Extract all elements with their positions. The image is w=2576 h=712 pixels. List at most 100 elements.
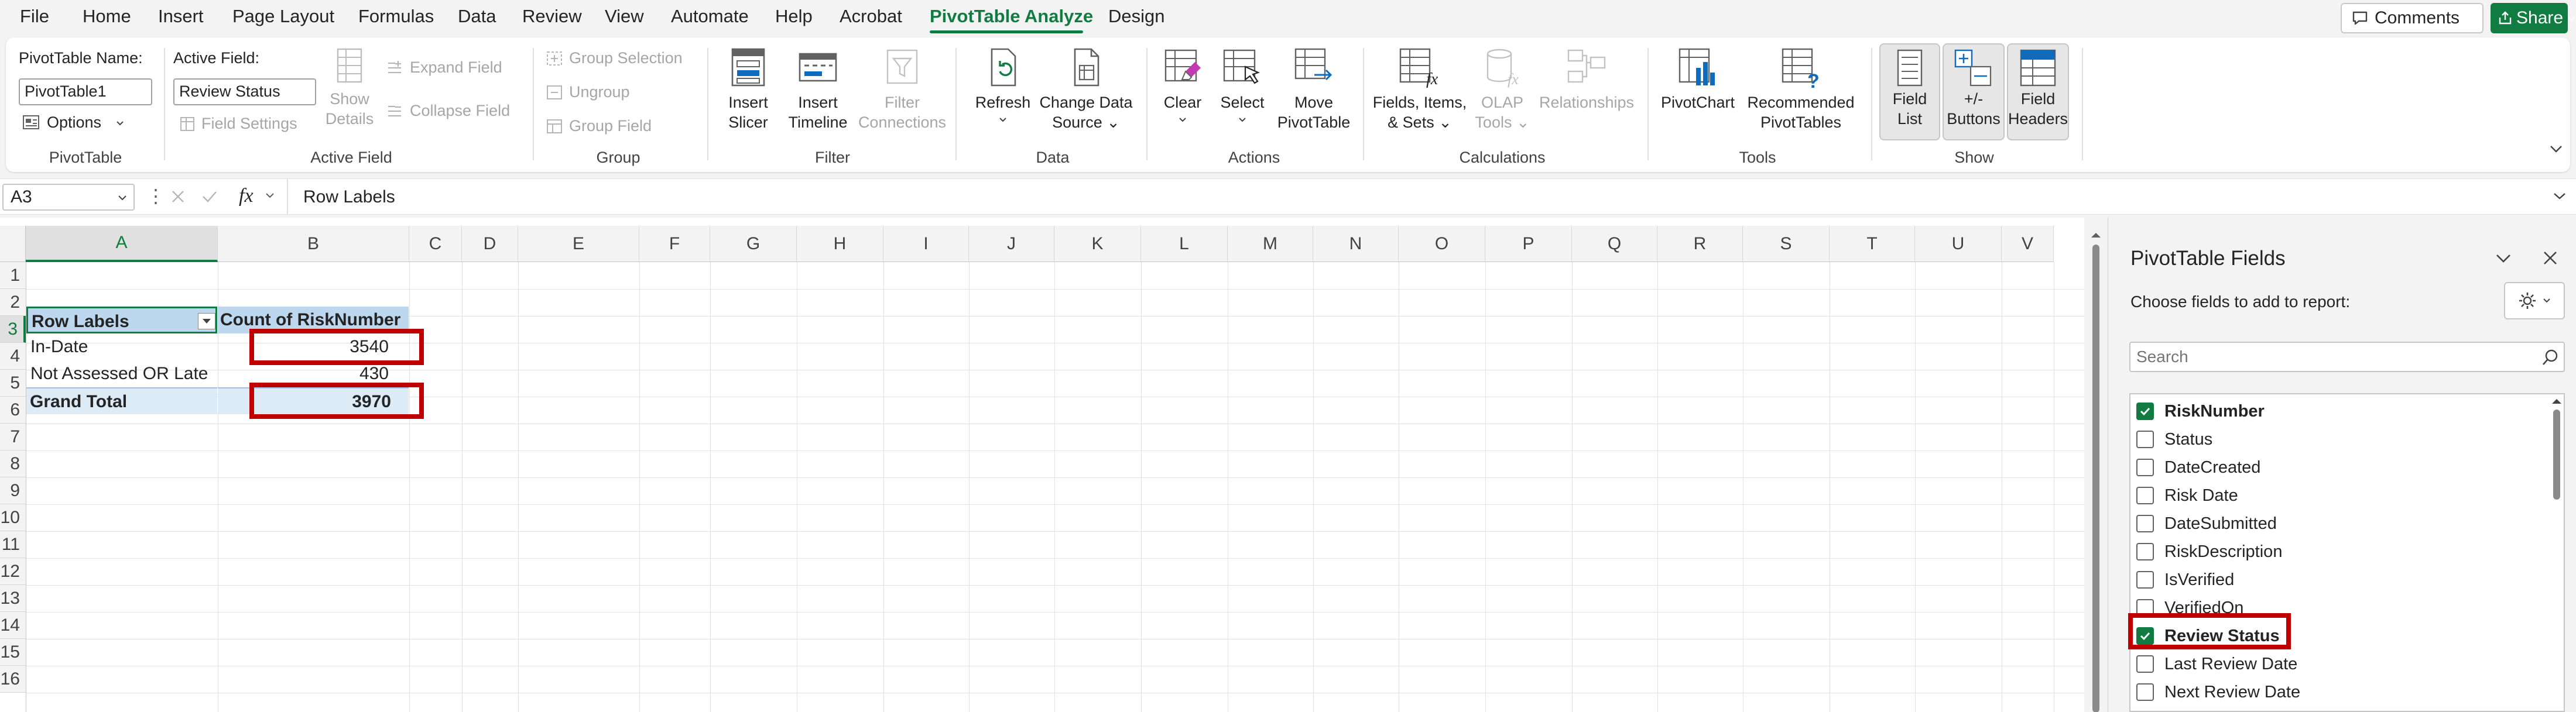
column-header-e[interactable]: E (518, 226, 639, 262)
tab-data[interactable]: Data (458, 6, 496, 27)
worksheet-grid[interactable]: ABCDEFGHIJKLMNOPQRSTUV 1 2 3 4 5 6 7 8 9 10 11 12 13… (0, 218, 2101, 712)
row-header-9[interactable]: 9 (0, 477, 26, 504)
field-headers-button[interactable]: Field Headers (2007, 43, 2069, 140)
plus-minus-buttons-button[interactable]: +/- Buttons (1943, 43, 2005, 140)
checkbox[interactable] (2136, 571, 2154, 589)
show-details-button[interactable]: Show Details (323, 46, 376, 129)
group-selection-button[interactable]: Group Selection (546, 49, 683, 67)
olap-tools-button[interactable]: fx OLAP Tools ⌄ (1473, 46, 1532, 132)
column-header-c[interactable]: C (409, 226, 462, 262)
pane-settings-button[interactable] (2504, 282, 2565, 319)
column-header-o[interactable]: O (1399, 226, 1485, 262)
clear-button[interactable]: Clear (1155, 46, 1211, 128)
row-header-5[interactable]: 5 (0, 370, 26, 397)
formula-input[interactable]: Row Labels (303, 187, 395, 207)
field-item[interactable]: Last Review Date (2136, 651, 2297, 677)
field-item[interactable]: IsVerified (2136, 566, 2234, 593)
pivot-row-label[interactable]: In-Date (28, 333, 215, 360)
column-header-m[interactable]: M (1228, 226, 1313, 262)
expand-formula-bar-icon[interactable] (2553, 191, 2567, 201)
column-header-a[interactable]: A (26, 226, 218, 262)
tab-automate[interactable]: Automate (671, 6, 749, 27)
select-button[interactable]: Select (1214, 46, 1270, 128)
pivot-row-label[interactable]: Not Assessed OR Late (28, 360, 215, 387)
row-header-10[interactable]: 10 (0, 504, 26, 531)
filter-connections-button[interactable]: Filter Connections (857, 46, 947, 132)
column-header-i[interactable]: I (883, 226, 969, 262)
refresh-button[interactable]: Refresh (966, 46, 1040, 128)
field-item[interactable]: RiskDescription (2136, 538, 2282, 565)
checkbox[interactable] (2136, 683, 2154, 701)
row-header-12[interactable]: 12 (0, 558, 26, 585)
tab-page-layout[interactable]: Page Layout (232, 6, 334, 27)
row-header-6[interactable]: 6 (0, 397, 26, 424)
checkbox[interactable] (2136, 543, 2154, 560)
tab-help[interactable]: Help (775, 6, 813, 27)
checkbox[interactable] (2136, 459, 2154, 476)
tab-insert[interactable]: Insert (158, 6, 204, 27)
change-data-source-button[interactable]: Change Data Source ⌄ (1034, 46, 1138, 132)
column-header-d[interactable]: D (462, 226, 518, 262)
column-header-r[interactable]: R (1657, 226, 1743, 262)
tab-acrobat[interactable]: Acrobat (840, 6, 902, 27)
active-field-input[interactable]: Review Status (173, 78, 316, 105)
row-header-14[interactable]: 14 (0, 612, 26, 639)
options-button[interactable]: Options (22, 113, 125, 132)
row-header-1[interactable]: 1 (0, 262, 26, 289)
checkbox[interactable] (2136, 515, 2154, 532)
column-header-p[interactable]: P (1485, 226, 1572, 262)
tab-formulas[interactable]: Formulas (358, 6, 434, 27)
scrollbar-thumb[interactable] (2553, 410, 2560, 500)
insert-function-icon[interactable]: fx (239, 185, 254, 207)
row-header-2[interactable]: 2 (0, 289, 26, 316)
checkbox[interactable] (2136, 655, 2154, 673)
expand-field-button[interactable]: Expand Field (386, 59, 502, 77)
filter-dropdown-icon[interactable] (198, 313, 215, 329)
column-header-v[interactable]: V (2002, 226, 2054, 262)
tab-home[interactable]: Home (83, 6, 131, 27)
column-header-l[interactable]: L (1141, 226, 1228, 262)
row-header-13[interactable]: 13 (0, 585, 26, 612)
collapse-ribbon-icon[interactable] (2549, 143, 2563, 154)
row-header-16[interactable]: 16 (0, 666, 26, 693)
tab-design[interactable]: Design (1108, 6, 1165, 27)
cancel-icon[interactable] (169, 187, 187, 206)
column-header-s[interactable]: S (1743, 226, 1830, 262)
recommended-pivottables-button[interactable]: ? Recommended PivotTables (1742, 46, 1859, 132)
field-item[interactable]: DateSubmitted (2136, 510, 2277, 537)
checkbox-checked[interactable] (2136, 403, 2154, 420)
ungroup-button[interactable]: Ungroup (546, 83, 630, 101)
enter-icon[interactable] (200, 187, 219, 206)
group-field-button[interactable]: Group Field (546, 117, 652, 135)
checkbox[interactable] (2136, 487, 2154, 504)
select-all-corner[interactable] (0, 226, 26, 262)
column-header-f[interactable]: F (639, 226, 710, 262)
field-list-scrollbar[interactable] (2548, 394, 2565, 712)
checkbox[interactable] (2136, 431, 2154, 448)
field-item[interactable]: RiskNumber (2136, 398, 2265, 425)
column-header-j[interactable]: J (969, 226, 1054, 262)
tab-view[interactable]: View (605, 6, 644, 27)
tab-file[interactable]: File (20, 6, 49, 27)
collapse-field-button[interactable]: Collapse Field (386, 102, 510, 120)
share-button[interactable]: Share (2491, 3, 2575, 33)
pivotchart-button[interactable]: PivotChart (1654, 46, 1741, 112)
field-item[interactable]: Risk Date (2136, 482, 2238, 509)
field-list-button[interactable]: Field List (1879, 43, 1940, 140)
row-header-11[interactable]: 11 (0, 531, 26, 558)
row-header-4[interactable]: 4 (0, 343, 26, 370)
fields-items-sets-button[interactable]: fx Fields, Items, & Sets ⌄ (1370, 46, 1469, 132)
column-header-u[interactable]: U (1915, 226, 2002, 262)
vertical-scrollbar[interactable] (2089, 229, 2103, 712)
move-pivottable-button[interactable]: Move PivotTable (1274, 46, 1354, 132)
tab-review[interactable]: Review (522, 6, 582, 27)
name-box[interactable]: A3 (2, 184, 135, 211)
field-item[interactable]: DateCreated (2136, 454, 2260, 481)
pivottable-name-input[interactable]: PivotTable1 (19, 78, 152, 105)
column-header-h[interactable]: H (797, 226, 883, 262)
relationships-button[interactable]: Relationships (1534, 46, 1639, 112)
chevron-down-icon[interactable] (2495, 252, 2512, 264)
row-header-15[interactable]: 15 (0, 639, 26, 666)
field-search-input[interactable] (2136, 346, 2517, 367)
field-settings-button[interactable]: Field Settings (179, 115, 297, 133)
